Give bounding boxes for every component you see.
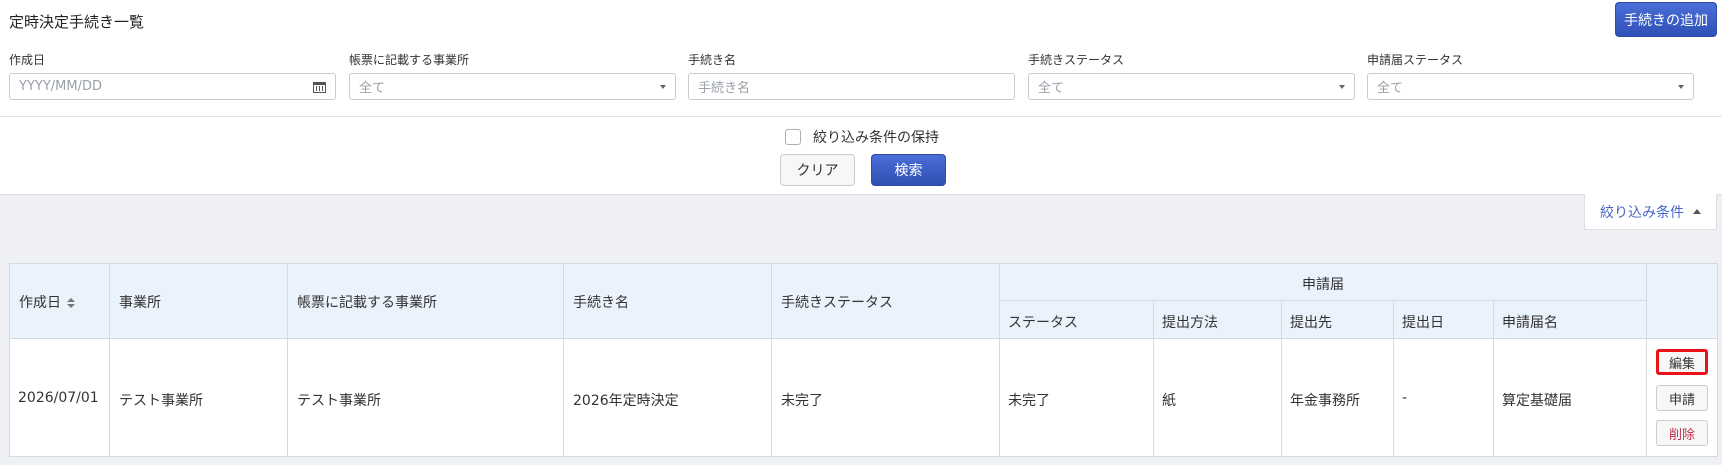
header-submit-to: 提出先: [1290, 315, 1332, 331]
procedure-name-label: 手続き名: [688, 53, 737, 67]
procedures-table: 作成日 事業所 帳票に記載する事業所 手続き名 手続きステータス 申請届 ステー…: [9, 263, 1718, 457]
page-title: 定時決定手続き一覧: [9, 13, 145, 31]
header-status: ステータス: [1008, 315, 1078, 331]
search-button[interactable]: 検索: [871, 154, 946, 186]
cell-application-name: 算定基礎届: [1502, 393, 1572, 409]
header-divider: [999, 300, 1646, 301]
procedure-name-placeholder: 手続き名: [698, 81, 751, 96]
divider: [0, 116, 1722, 117]
application-status-select[interactable]: 全て: [1367, 73, 1694, 100]
calendar-icon[interactable]: [313, 80, 326, 93]
header-submit-date: 提出日: [1402, 315, 1444, 331]
header-application-name: 申請届名: [1502, 315, 1558, 331]
cell-office: テスト事業所: [119, 393, 203, 409]
cell-submit-date: -: [1402, 390, 1408, 406]
procedure-name-input[interactable]: 手続き名: [688, 73, 1015, 100]
application-status-value: 全て: [1377, 81, 1404, 96]
clear-button[interactable]: クリア: [780, 154, 855, 186]
keep-conditions-toggle[interactable]: 絞り込み条件の保持: [785, 127, 939, 147]
created-date-input[interactable]: YYYY/MM/DD: [9, 73, 336, 100]
header-application-group: 申請届: [1302, 277, 1344, 293]
header-submit-method: 提出方法: [1162, 315, 1218, 331]
cell-created-date: 2026/07/01: [18, 390, 99, 406]
edit-button[interactable]: 編集: [1656, 349, 1708, 375]
chevron-down-icon: [1339, 84, 1345, 89]
cell-submit-method: 紙: [1162, 393, 1176, 409]
header-created-date-label: 作成日: [19, 295, 61, 311]
keep-conditions-label: 絞り込み条件の保持: [813, 130, 939, 146]
procedure-status-value: 全て: [1038, 81, 1065, 96]
filter-toggle-label: 絞り込み条件: [1600, 204, 1684, 221]
chevron-down-icon: [1678, 84, 1684, 89]
header-created-date[interactable]: 作成日: [19, 292, 75, 312]
chevron-down-icon: [660, 84, 666, 89]
apply-button[interactable]: 申請: [1656, 385, 1708, 411]
header-procedure-name: 手続き名: [573, 295, 629, 311]
created-date-placeholder: YYYY/MM/DD: [19, 79, 102, 94]
cell-procedure-name: 2026年定時決定: [573, 393, 679, 409]
office-on-form-value: 全て: [359, 81, 386, 96]
office-on-form-label: 帳票に記載する事業所: [349, 53, 470, 67]
chevron-up-icon: [1693, 209, 1701, 214]
office-on-form-select[interactable]: 全て: [349, 73, 676, 100]
header-office-on-form: 帳票に記載する事業所: [297, 295, 437, 311]
header-procedure-status: 手続きステータス: [781, 295, 893, 311]
cell-submit-to: 年金事務所: [1290, 393, 1360, 409]
sort-icon[interactable]: [67, 297, 75, 309]
filter-panel: 定時決定手続き一覧 手続きの追加 作成日 YYYY/MM/DD 帳票に記載する事…: [0, 0, 1722, 195]
header-office: 事業所: [119, 295, 161, 311]
application-status-label: 申請届ステータス: [1367, 53, 1464, 67]
procedure-status-label: 手続きステータス: [1028, 53, 1125, 67]
filter-toggle-button[interactable]: 絞り込み条件: [1584, 194, 1717, 230]
keep-conditions-checkbox[interactable]: [785, 129, 801, 145]
delete-button[interactable]: 削除: [1656, 420, 1708, 446]
created-date-label: 作成日: [9, 53, 46, 67]
add-procedure-button[interactable]: 手続きの追加: [1615, 2, 1717, 37]
cell-office-on-form: テスト事業所: [297, 393, 381, 409]
cell-procedure-status: 未完了: [781, 393, 823, 409]
procedure-status-select[interactable]: 全て: [1028, 73, 1355, 100]
cell-status: 未完了: [1008, 393, 1050, 409]
